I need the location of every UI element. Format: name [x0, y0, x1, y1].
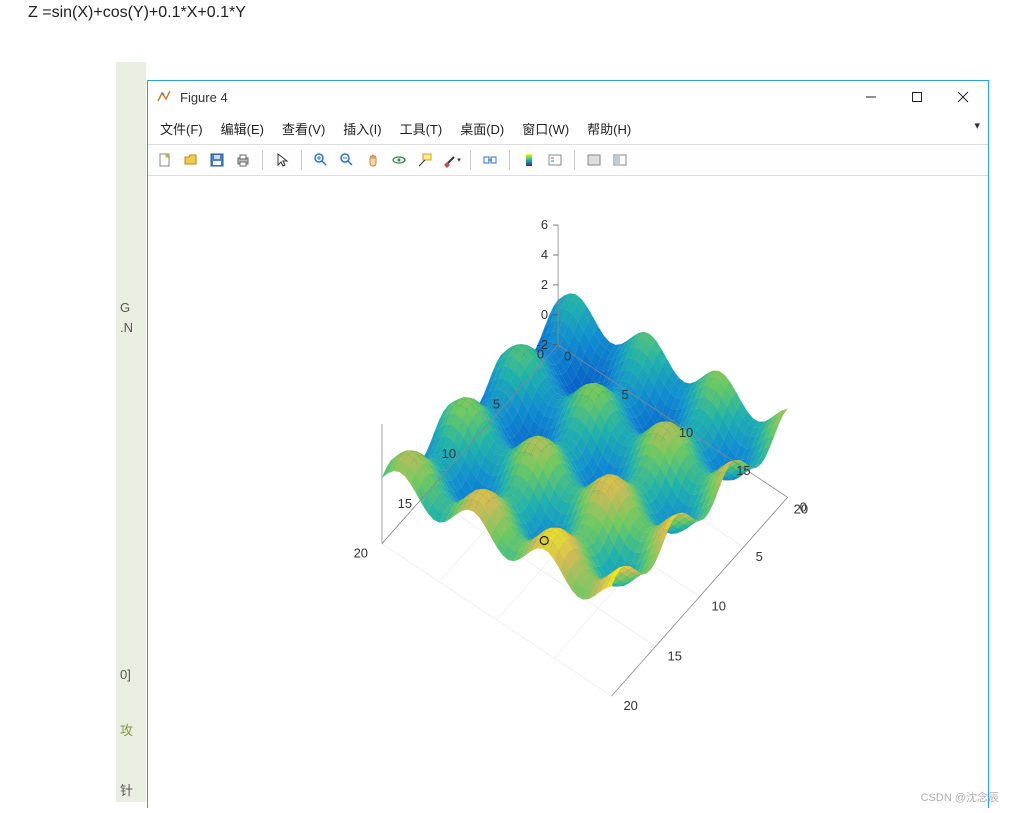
brush-icon[interactable]: ▾ — [440, 149, 462, 171]
new-file-icon[interactable] — [154, 149, 176, 171]
print-icon[interactable] — [232, 149, 254, 171]
svg-text:4: 4 — [541, 247, 548, 262]
hide-tools-icon[interactable] — [583, 149, 605, 171]
menu-view[interactable]: 查看(V) — [282, 119, 325, 138]
minimize-button[interactable] — [848, 82, 894, 112]
bg-text-x: 攻 — [120, 720, 133, 739]
colorbar-icon[interactable] — [518, 149, 540, 171]
menu-desktop[interactable]: 桌面(D) — [460, 119, 504, 138]
svg-text:10: 10 — [712, 599, 726, 614]
svg-text:20: 20 — [623, 698, 637, 713]
svg-text:5: 5 — [621, 387, 628, 402]
svg-text:15: 15 — [668, 648, 682, 663]
zoom-out-icon[interactable] — [336, 149, 358, 171]
svg-text:0: 0 — [564, 349, 571, 364]
svg-text:2: 2 — [541, 277, 548, 292]
plot-area[interactable]: -20246051015200510152005101520 — [148, 176, 988, 808]
legend-icon[interactable] — [544, 149, 566, 171]
watermark: CSDN @沈念辰 — [921, 789, 999, 805]
pointer-icon[interactable] — [271, 149, 293, 171]
link-icon[interactable] — [479, 149, 501, 171]
menu-file[interactable]: 文件(F) — [160, 119, 203, 138]
svg-text:20: 20 — [354, 546, 368, 561]
formula-text: Z =sin(X)+cos(Y)+0.1*X+0.1*Y — [28, 4, 246, 22]
menu-tool[interactable]: 工具(T) — [400, 119, 443, 138]
window-title: Figure 4 — [180, 90, 228, 105]
svg-text:10: 10 — [679, 425, 693, 440]
svg-text:0: 0 — [541, 307, 548, 322]
svg-text:15: 15 — [736, 463, 750, 478]
svg-text:5: 5 — [756, 549, 763, 564]
dock-icon[interactable] — [609, 149, 631, 171]
surface-plot: -20246051015200510152005101520 — [148, 176, 988, 808]
pan-hand-icon[interactable] — [362, 149, 384, 171]
svg-text:10: 10 — [442, 446, 456, 461]
figure-window: Figure 4 文件(F) 编辑(E) 查看(V) 插入(I) 工具(T) 桌… — [147, 80, 989, 808]
menubar: 文件(F) 编辑(E) 查看(V) 插入(I) 工具(T) 桌面(D) 窗口(W… — [148, 113, 988, 144]
menu-window[interactable]: 窗口(W) — [522, 119, 569, 138]
zoom-in-icon[interactable] — [310, 149, 332, 171]
svg-text:15: 15 — [398, 496, 412, 511]
menu-insert[interactable]: 插入(I) — [343, 119, 381, 138]
toolbar: ▾ — [148, 144, 988, 176]
close-button[interactable] — [940, 82, 986, 112]
menu-overflow-icon[interactable]: ▾ — [974, 119, 980, 132]
titlebar[interactable]: Figure 4 — [148, 81, 988, 113]
bg-text-n: .N — [120, 320, 133, 335]
background-stripe — [116, 62, 146, 802]
svg-text:6: 6 — [541, 217, 548, 232]
bg-text-g: G — [120, 300, 130, 315]
bg-text-li: 针 — [120, 780, 133, 799]
svg-text:0: 0 — [800, 499, 807, 514]
matlab-icon — [156, 89, 172, 105]
svg-text:0: 0 — [537, 347, 544, 362]
rotate-3d-icon[interactable] — [388, 149, 410, 171]
bg-text-0: 0] — [120, 667, 131, 682]
menu-edit[interactable]: 编辑(E) — [221, 119, 264, 138]
open-folder-icon[interactable] — [180, 149, 202, 171]
data-cursor-icon[interactable] — [414, 149, 436, 171]
maximize-button[interactable] — [894, 82, 940, 112]
save-icon[interactable] — [206, 149, 228, 171]
menu-help[interactable]: 帮助(H) — [587, 119, 631, 138]
svg-text:5: 5 — [493, 396, 500, 411]
